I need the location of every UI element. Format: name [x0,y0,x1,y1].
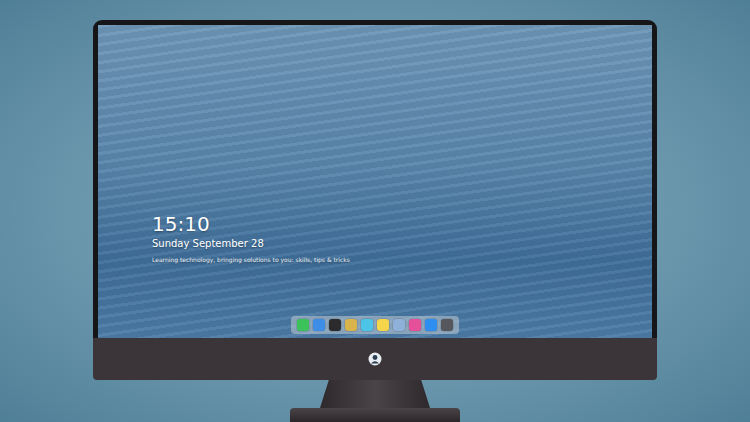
dock-app-icon[interactable] [313,319,325,331]
dock-app-icon[interactable] [377,319,389,331]
dock-app-icon[interactable] [409,319,421,331]
dock-app-icon[interactable] [345,319,357,331]
dock-app-icon[interactable] [441,319,453,331]
dock-app-icon[interactable] [361,319,373,331]
monitor-stand-base [290,408,460,422]
monitor-bezel: 15:10 Sunday September 28 Learning technol… [93,20,657,338]
lock-screen[interactable]: 15:10 Sunday September 28 Learning technol… [98,25,652,338]
desktop-stage: 15:10 Sunday September 28 Learning technol… [0,0,750,422]
dock-app-icon[interactable] [297,319,309,331]
clock-date: Sunday September 28 [152,238,350,249]
lock-clock: 15:10 Sunday September 28 Learning technol… [152,213,350,263]
monitor-chin [93,338,657,380]
dock-app-icon[interactable] [393,319,405,331]
wallpaper-caption: Learning technology, bringing solutions … [152,256,350,263]
dock-app-icon[interactable] [329,319,341,331]
monitor: 15:10 Sunday September 28 Learning technol… [93,20,657,422]
dock-app-icon[interactable] [425,319,437,331]
dock [291,316,459,334]
wallpaper-photo [98,25,652,338]
monitor-stand-neck [320,380,430,408]
clock-time: 15:10 [152,213,350,235]
brand-logo-icon [368,352,382,366]
